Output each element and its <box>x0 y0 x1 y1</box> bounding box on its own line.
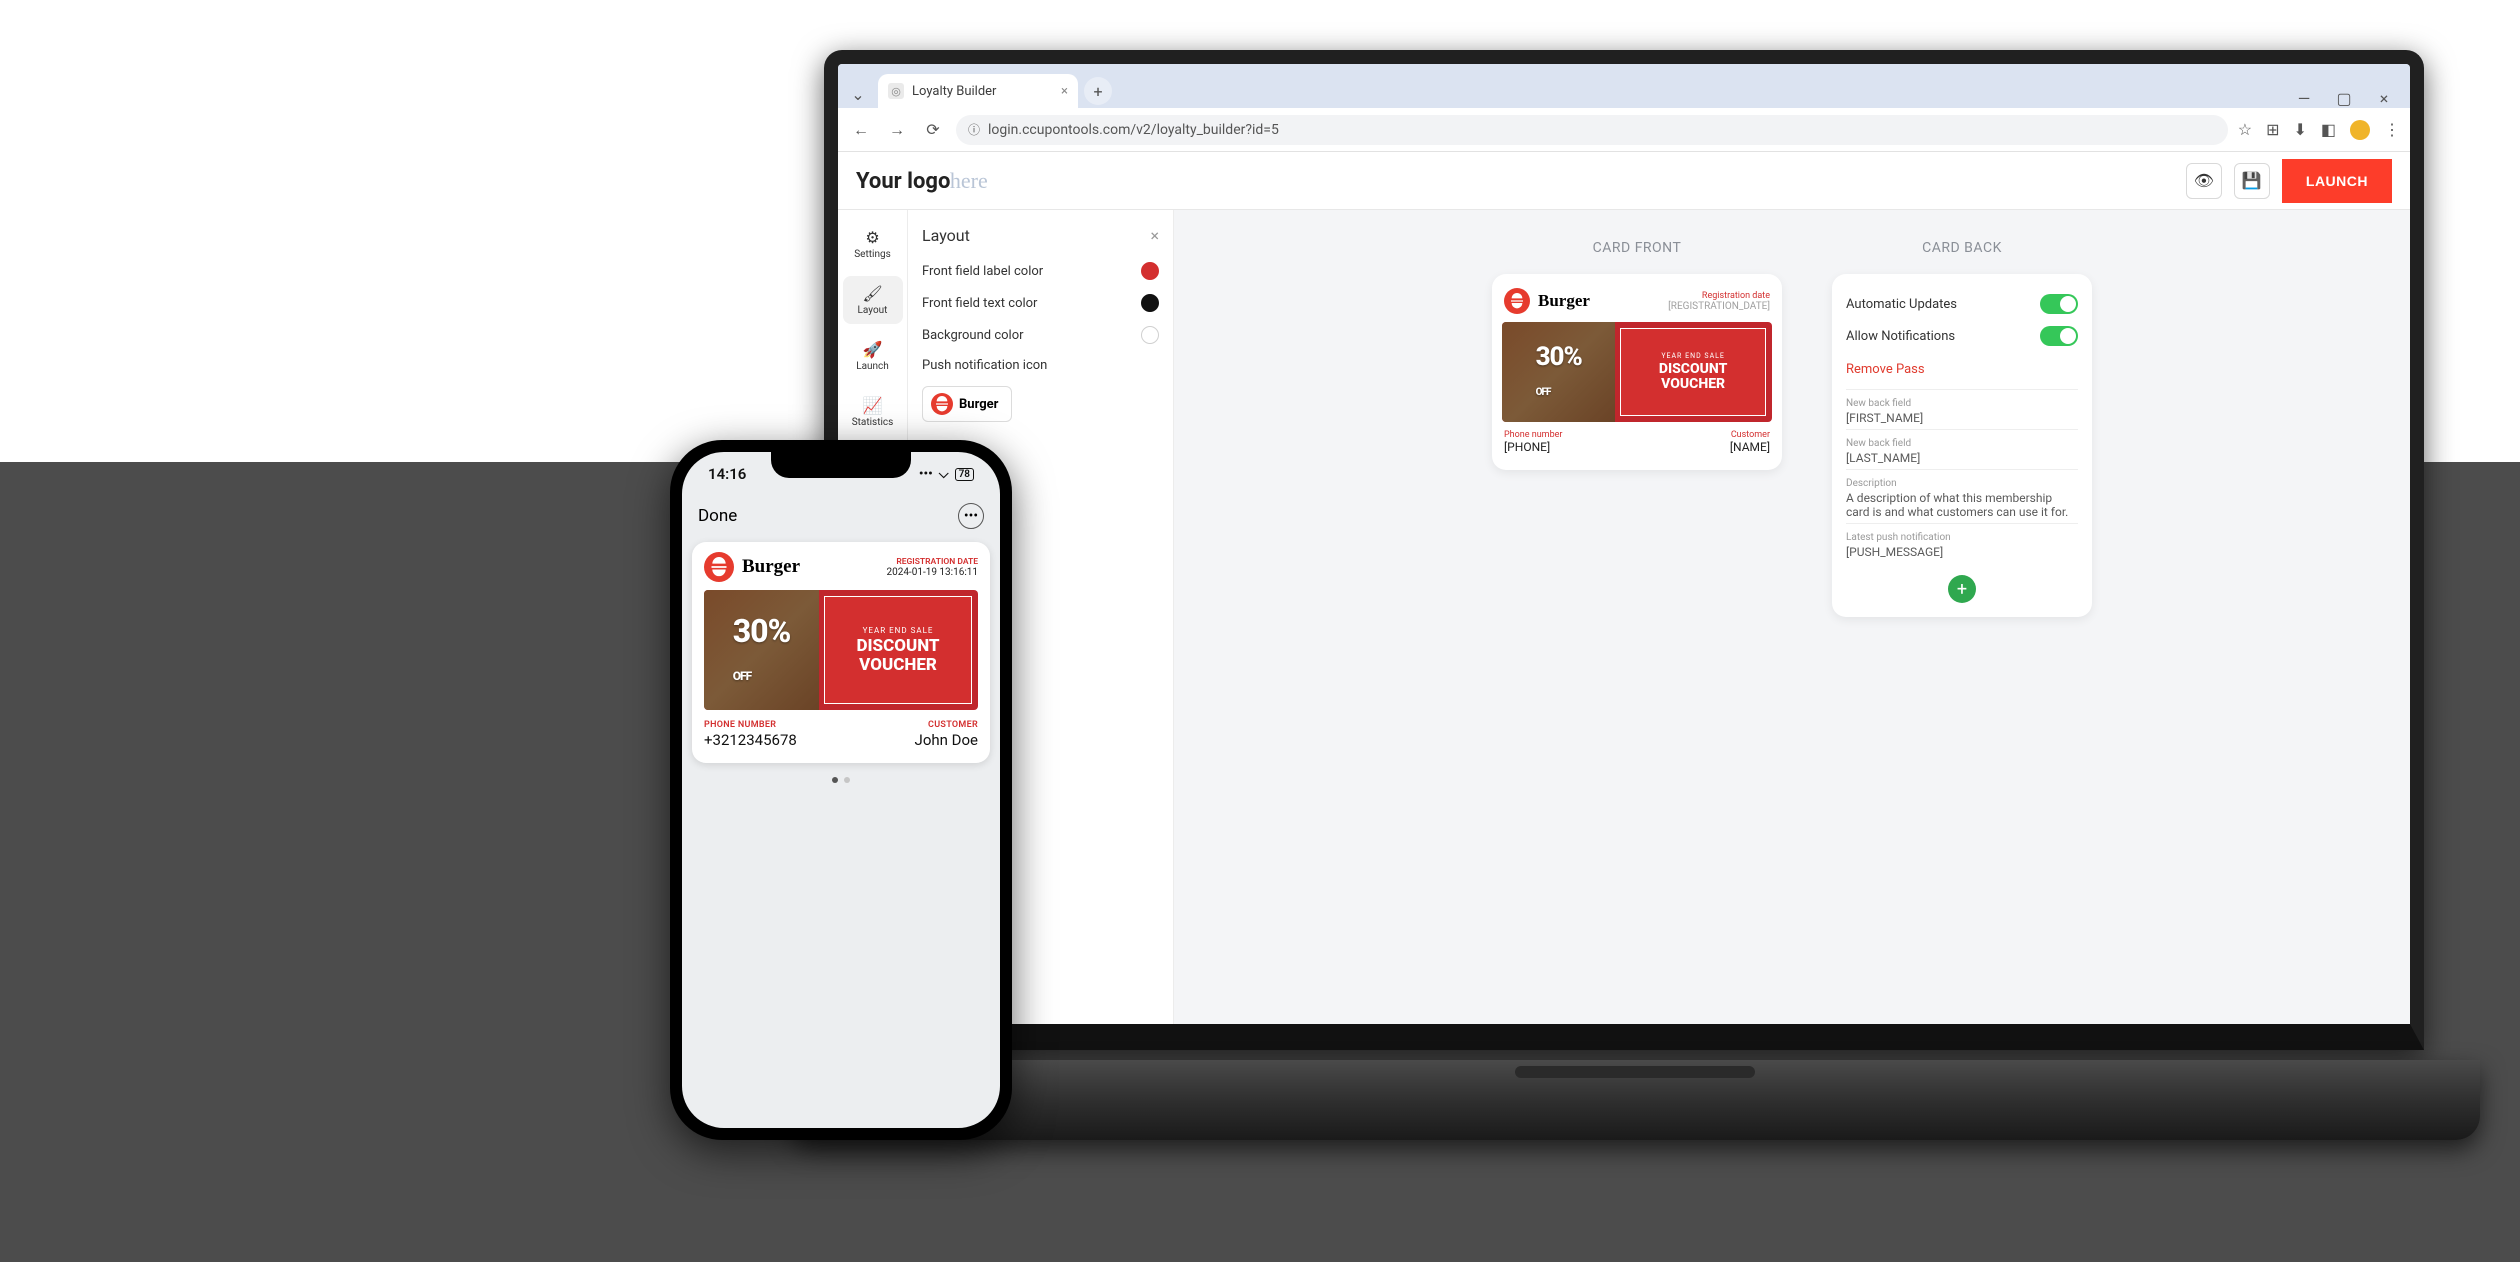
close-panel-icon[interactable]: × <box>1150 226 1159 245</box>
save-icon: 💾 <box>2242 171 2262 190</box>
color-swatch-white[interactable] <box>1141 326 1159 344</box>
window-close[interactable]: × <box>2374 89 2394 108</box>
color-swatch-black[interactable] <box>1141 294 1159 312</box>
profile-icon[interactable] <box>2350 120 2370 140</box>
tab-title: Loyalty Builder <box>912 84 996 99</box>
card-front[interactable]: Burger Registration date [REGISTRATION_D… <box>1492 274 1782 470</box>
browser-tabbar: ⌄ ◎ Loyalty Builder × + — ▢ × <box>838 64 2410 108</box>
card-front-column: CARD FRONT Burger <box>1492 240 1782 1024</box>
nav-settings[interactable]: ⚙ Settings <box>843 220 903 268</box>
battery-icon: 78 <box>955 468 974 481</box>
option-front-text-color[interactable]: Front field text color <box>922 287 1159 319</box>
nav-statistics[interactable]: 📈 Statistics <box>843 388 903 436</box>
card-back-heading: CARD BACK <box>1922 240 2002 256</box>
burger-logo-icon <box>704 552 734 582</box>
layout-panel-title: Layout <box>922 226 970 245</box>
preview-button[interactable]: 👁 <box>2186 163 2222 199</box>
page-indicator <box>692 777 990 783</box>
color-swatch-red[interactable] <box>1141 262 1159 280</box>
option-background-color[interactable]: Background color <box>922 319 1159 351</box>
wallet-strip: 30%OFF YEAR END SALE DISCOUNTVOUCHER <box>704 590 978 710</box>
window-minimize[interactable]: — <box>2294 89 2314 108</box>
card-front-heading: CARD FRONT <box>1593 240 1682 256</box>
wifi-icon: ⌵ <box>939 467 949 482</box>
tab-favicon: ◎ <box>888 83 904 99</box>
canvas: CARD FRONT Burger <box>1174 210 2410 1024</box>
new-tab-button[interactable]: + <box>1084 77 1112 105</box>
switch-on-icon[interactable] <box>2040 294 2078 314</box>
done-button[interactable]: Done <box>698 506 737 526</box>
site-info-icon[interactable]: ⓘ <box>968 121 980 138</box>
remove-pass-button[interactable]: Remove Pass <box>1846 352 2078 390</box>
brush-icon: 🖌 <box>862 284 882 303</box>
app-topbar: Your logo here 👁 💾 LAUNCH <box>838 152 2410 210</box>
app-logo: Your logo here <box>856 168 988 194</box>
chart-icon: 📈 <box>863 396 883 415</box>
save-button[interactable]: 💾 <box>2234 163 2270 199</box>
rocket-icon: 🚀 <box>863 340 883 359</box>
nav-layout[interactable]: 🖌 Layout <box>843 276 903 324</box>
back-field[interactable]: Latest push notification [PUSH_MESSAGE] <box>1846 524 2078 563</box>
toggle-allow-notifications[interactable]: Allow Notifications <box>1846 320 2078 352</box>
reload-button[interactable]: ⟳ <box>920 117 946 143</box>
option-front-label-color[interactable]: Front field label color <box>922 255 1159 287</box>
laptop-keyboard <box>790 1060 2480 1140</box>
back-field[interactable]: New back field [LAST_NAME] <box>1846 430 2078 470</box>
add-back-field-button[interactable]: + <box>1948 575 1976 603</box>
nav-launch[interactable]: 🚀 Launch <box>843 332 903 380</box>
card-brand-name: Burger <box>1538 291 1590 311</box>
phone-notch <box>771 452 911 478</box>
wallet-top-bar: Done ••• <box>682 496 1000 536</box>
launch-button[interactable]: LAUNCH <box>2282 159 2392 203</box>
window-maximize[interactable]: ▢ <box>2334 89 2354 108</box>
status-time: 14:16 <box>708 465 746 483</box>
option-push-icon-label: Push notification icon <box>922 351 1159 380</box>
card-back[interactable]: Automatic Updates Allow Notifications Re… <box>1832 274 2092 617</box>
kebab-menu-icon[interactable]: ⋮ <box>2384 120 2400 139</box>
forward-button[interactable]: → <box>884 117 910 143</box>
star-icon[interactable]: ☆ <box>2238 120 2252 139</box>
wallet-brand-name: Burger <box>742 556 800 578</box>
burger-logo-icon <box>931 393 953 415</box>
phone-screen: 14:16 ••• ⌵ 78 Done ••• Burger <box>682 452 1000 1128</box>
tabs-dropdown[interactable]: ⌄ <box>844 80 872 108</box>
more-icon[interactable]: ••• <box>958 503 984 529</box>
back-field[interactable]: New back field [FIRST_NAME] <box>1846 390 2078 430</box>
close-tab-icon[interactable]: × <box>1061 84 1068 99</box>
phone-mockup: 14:16 ••• ⌵ 78 Done ••• Burger <box>670 440 1012 1140</box>
url-field[interactable]: ⓘ login.ccupontools.com/v2/loyalty_build… <box>956 115 2228 145</box>
card-strip: 30%OFF YEAR END SALE DISCOUNTVOUCHER <box>1502 322 1772 422</box>
download-icon[interactable]: ⬇ <box>2293 120 2306 139</box>
switch-on-icon[interactable] <box>2040 326 2078 346</box>
extensions-icon[interactable]: ⊞ <box>2266 120 2279 139</box>
browser-window: ⌄ ◎ Loyalty Builder × + — ▢ × ← → ⟳ <box>838 64 2410 1024</box>
toggle-auto-updates[interactable]: Automatic Updates <box>1846 288 2078 320</box>
back-button[interactable]: ← <box>848 117 874 143</box>
url-text: login.ccupontools.com/v2/loyalty_builder… <box>988 122 1279 138</box>
wallet-pass-card[interactable]: Burger REGISTRATION DATE 2024-01-19 13:1… <box>692 542 990 763</box>
gear-icon: ⚙ <box>865 228 879 247</box>
card-back-column: CARD BACK Automatic Updates Allow Notifi… <box>1832 240 2092 1024</box>
browser-addressbar: ← → ⟳ ⓘ login.ccupontools.com/v2/loyalty… <box>838 108 2410 152</box>
laptop-screen: ⌄ ◎ Loyalty Builder × + — ▢ × ← → ⟳ <box>824 50 2424 1050</box>
laptop-mockup: ⌄ ◎ Loyalty Builder × + — ▢ × ← → ⟳ <box>790 30 2480 1190</box>
back-field[interactable]: Description A description of what this m… <box>1846 470 2078 524</box>
app-root: Your logo here 👁 💾 LAUNCH ⚙ <box>838 152 2410 1024</box>
browser-tab[interactable]: ◎ Loyalty Builder × <box>878 74 1078 108</box>
eye-icon: 👁 <box>2194 171 2214 190</box>
panel-icon[interactable]: ◧ <box>2321 120 2336 139</box>
burger-logo-icon <box>1504 288 1530 314</box>
signal-icon: ••• <box>919 467 933 482</box>
push-icon-picker[interactable]: Burger <box>922 386 1012 422</box>
